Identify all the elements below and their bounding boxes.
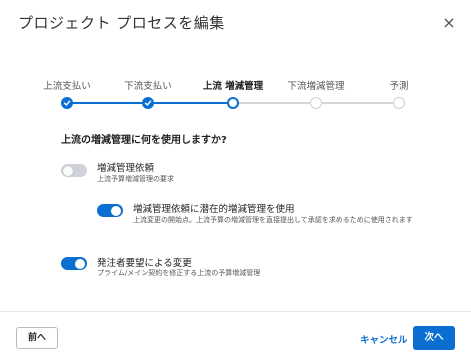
back-button[interactable]: 前へ — [16, 327, 58, 349]
option-desc-owner-requested-change: プライム/メイン契約を修正する上流の予算増減管理 — [97, 269, 261, 277]
step-label-upstream-payments: 上流支払い — [43, 81, 91, 92]
step-label-downstream-change-management: 下流増減管理 — [287, 81, 345, 92]
option-desc-use-potential-change: 上流変更の開始点。上流予算の増減管理を直接提出して承認を求めるために使用されます — [133, 216, 413, 224]
close-icon[interactable]: × — [441, 15, 457, 31]
question-heading: 上流の増減管理に何を使用しますか? — [61, 135, 227, 146]
dialog-title: プロジェクト プロセスを編集 — [18, 14, 225, 32]
step-label-forecast: 予測 — [389, 81, 409, 92]
toggle-knob — [75, 258, 85, 269]
step-dot-downstream-change-management — [310, 97, 322, 109]
toggle-knob — [63, 165, 73, 176]
footer-divider — [0, 311, 471, 312]
option-title-use-potential-change: 増減管理依頼に潜在的増減管理を使用 — [133, 204, 295, 215]
toggle-owner-requested-change[interactable] — [61, 257, 87, 270]
dialog-header: プロジェクト プロセスを編集 × — [0, 0, 471, 48]
option-desc-change-request: 上流予算増減管理の要求 — [97, 175, 174, 183]
step-label-upstream-change-management: 上流 増減管理 — [202, 81, 264, 92]
step-dot-downstream-payments — [142, 97, 154, 109]
cancel-button[interactable]: キャンセル — [360, 332, 408, 346]
step-dot-upstream-change-management — [227, 97, 239, 109]
step-dot-upstream-payments — [61, 97, 73, 109]
check-icon — [63, 100, 71, 106]
option-title-owner-requested-change: 発注者要望による変更 — [97, 258, 192, 269]
step-label-downstream-payments: 下流支払い — [124, 81, 172, 92]
next-button[interactable]: 次へ — [413, 326, 455, 350]
toggle-change-request[interactable] — [61, 164, 87, 177]
option-title-change-request: 増減管理依頼 — [97, 163, 155, 174]
step-dot-forecast — [393, 97, 405, 109]
toggle-use-potential-change[interactable] — [97, 204, 123, 217]
toggle-knob — [111, 205, 121, 216]
check-icon — [144, 100, 152, 106]
